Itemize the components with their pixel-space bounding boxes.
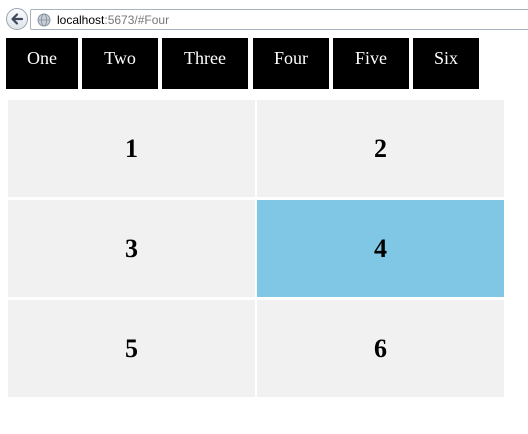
tab-three[interactable]: Three xyxy=(162,38,248,89)
url-text: localhost:5673/#Four xyxy=(57,13,169,27)
url-path: :5673/#Four xyxy=(104,13,170,27)
back-button[interactable] xyxy=(6,8,28,30)
grid-cell-6[interactable]: 6 xyxy=(257,300,504,397)
tab-two[interactable]: Two xyxy=(82,38,158,89)
number-grid: 1 2 3 4 5 6 xyxy=(8,100,504,397)
tab-five[interactable]: Five xyxy=(333,38,409,89)
tab-six[interactable]: Six xyxy=(413,38,479,89)
url-host: localhost xyxy=(57,13,105,27)
grid-cell-3[interactable]: 3 xyxy=(8,200,255,297)
back-arrow-icon xyxy=(11,13,24,25)
tab-one[interactable]: One xyxy=(6,38,78,89)
grid-cell-2[interactable]: 2 xyxy=(257,100,504,197)
grid-cell-1[interactable]: 1 xyxy=(8,100,255,197)
browser-toolbar: localhost:5673/#Four xyxy=(0,0,528,34)
grid-cell-5[interactable]: 5 xyxy=(8,300,255,397)
grid-cell-4[interactable]: 4 xyxy=(257,200,504,297)
globe-icon xyxy=(37,13,51,27)
address-bar[interactable]: localhost:5673/#Four xyxy=(30,9,528,30)
tab-four[interactable]: Four xyxy=(253,38,329,89)
